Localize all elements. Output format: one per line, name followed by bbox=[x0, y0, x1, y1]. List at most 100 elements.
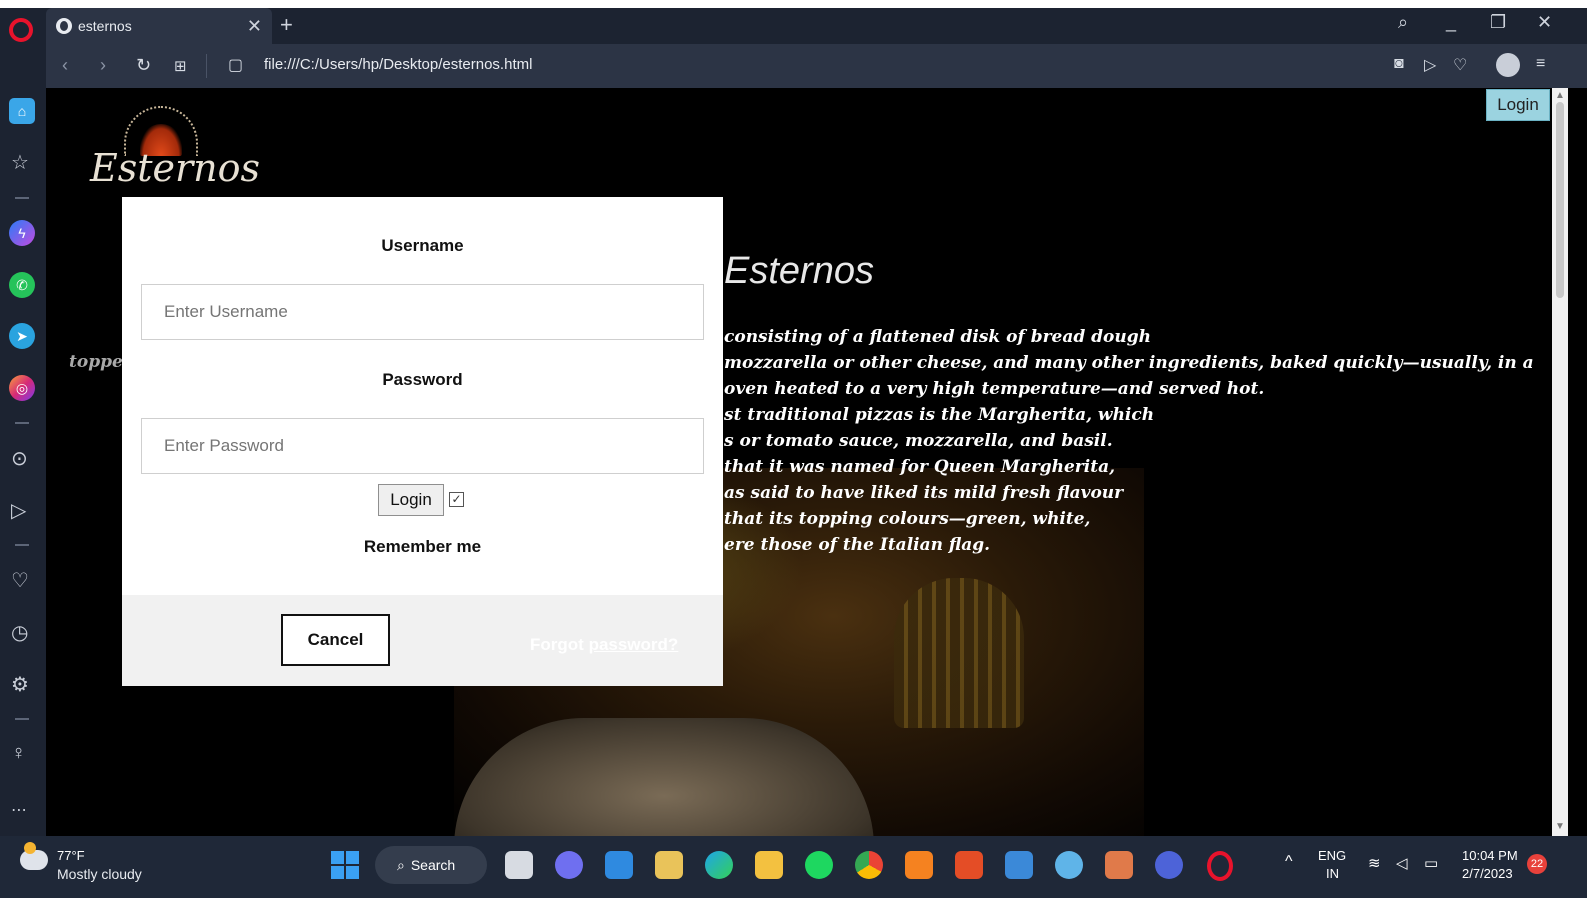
page-title: Esternos bbox=[724, 250, 874, 292]
volume-icon[interactable]: ◁ bbox=[1396, 854, 1408, 872]
weather-condition[interactable]: Mostly cloudy bbox=[57, 866, 142, 882]
browser-app-icon[interactable] bbox=[1155, 851, 1183, 879]
task-view-icon[interactable] bbox=[505, 851, 533, 879]
messenger-icon[interactable]: ϟ bbox=[9, 220, 35, 246]
whatsapp-icon[interactable]: ✆ bbox=[9, 272, 35, 298]
forgot-password-text: Forgot password? bbox=[530, 635, 678, 655]
photo-flour-sack bbox=[454, 718, 874, 836]
wifi-icon[interactable]: ≋ bbox=[1368, 854, 1381, 872]
tab-title: esternos bbox=[78, 18, 132, 34]
sidebar-divider bbox=[15, 197, 29, 199]
description-line: oven heated to a very high temperature—a… bbox=[724, 379, 1265, 399]
open-login-button[interactable]: Login bbox=[1486, 89, 1550, 121]
windows-taskbar: 77°F Mostly cloudy ⌕ Search ^ ENG IN ≋ ◁… bbox=[0, 836, 1587, 898]
notification-badge[interactable]: 22 bbox=[1527, 854, 1547, 874]
forgot-prefix: Forgot bbox=[530, 635, 584, 654]
top-strip bbox=[0, 0, 1587, 8]
tab-grid-icon[interactable]: ⊞ bbox=[174, 57, 187, 75]
heart-icon[interactable]: ♡ bbox=[1453, 55, 1467, 75]
new-tab-button[interactable]: + bbox=[280, 12, 293, 38]
browser-sidebar: ⌂ ☆ ϟ ✆ ➤ ◎ ⊙ ▷ ♡ ◷ ⚙ ♀ ⋯ bbox=[0, 44, 46, 836]
battery-icon[interactable]: ▭ bbox=[1424, 854, 1438, 872]
sidebar-divider bbox=[15, 718, 29, 720]
opera-menu-icon[interactable] bbox=[9, 18, 33, 42]
clock-time[interactable]: 10:04 PM bbox=[1462, 848, 1518, 863]
sidebar-divider bbox=[15, 544, 29, 546]
file-explorer-icon[interactable] bbox=[755, 851, 783, 879]
instagram-icon[interactable]: ◎ bbox=[9, 375, 35, 401]
back-icon[interactable]: ‹ bbox=[62, 55, 68, 76]
weather-cloud-icon[interactable] bbox=[20, 842, 48, 870]
close-tab-icon[interactable]: ✕ bbox=[247, 16, 262, 37]
password-label: Password bbox=[382, 370, 463, 389]
region-indicator[interactable]: IN bbox=[1326, 866, 1339, 881]
restore-button[interactable]: ❐ bbox=[1490, 12, 1506, 33]
remember-me-checkbox[interactable]: ✓ bbox=[449, 492, 464, 507]
telegram-icon[interactable]: ➤ bbox=[9, 323, 35, 349]
language-indicator[interactable]: ENG bbox=[1318, 848, 1346, 863]
modal-footer: Cancel Forgot password? bbox=[122, 595, 723, 686]
edge-browser-icon[interactable] bbox=[705, 851, 733, 879]
cancel-button[interactable]: Cancel bbox=[281, 614, 390, 666]
snipping-tool-icon[interactable] bbox=[655, 851, 683, 879]
taskbar-search-label: Search bbox=[410, 857, 456, 873]
description-line: as said to have liked its mild fresh fla… bbox=[724, 483, 1124, 503]
description-line: st traditional pizzas is the Margherita,… bbox=[724, 405, 1155, 425]
settings-gear-icon[interactable]: ⚙ bbox=[11, 672, 29, 697]
username-input[interactable] bbox=[141, 284, 704, 340]
presentation-app-icon[interactable] bbox=[1105, 851, 1133, 879]
description-line: that it was named for Queen Margherita, bbox=[724, 457, 1116, 477]
scroll-up-icon[interactable]: ▲ bbox=[1555, 90, 1565, 101]
photos-icon[interactable] bbox=[1005, 851, 1033, 879]
forgot-password-link[interactable]: password? bbox=[589, 635, 679, 654]
mail-icon[interactable] bbox=[605, 851, 633, 879]
description-line: s or tomato sauce, mozzarella, and basil… bbox=[724, 431, 1113, 451]
page-info-icon[interactable]: ▢ bbox=[228, 55, 243, 75]
player-icon[interactable]: ⊙ bbox=[11, 446, 28, 471]
forward-icon[interactable]: › bbox=[100, 55, 106, 76]
tips-bulb-icon[interactable]: ♀ bbox=[11, 742, 26, 765]
windows-start-icon[interactable] bbox=[331, 851, 359, 879]
scroll-down-icon[interactable]: ▼ bbox=[1555, 821, 1565, 832]
bookmarks-heart-icon[interactable]: ♡ bbox=[11, 568, 29, 593]
photo-oven bbox=[894, 578, 1024, 728]
more-icon[interactable]: ⋯ bbox=[11, 800, 27, 820]
send-icon[interactable]: ▷ bbox=[1424, 55, 1436, 75]
home-icon[interactable]: ⌂ bbox=[9, 98, 35, 124]
easy-setup-icon[interactable]: ≡ bbox=[1536, 55, 1545, 73]
teams-chat-icon[interactable] bbox=[555, 851, 583, 879]
spotify-icon[interactable] bbox=[805, 851, 833, 879]
profile-avatar[interactable] bbox=[1496, 53, 1520, 77]
browser-tab[interactable]: esternos ✕ bbox=[46, 8, 272, 44]
description-line: mozzarella or other cheese, and many oth… bbox=[724, 353, 1534, 373]
description-line: consisting of a flattened disk of bread … bbox=[724, 327, 1152, 347]
description-line: ere those of the Italian flag. bbox=[724, 535, 991, 555]
password-input[interactable] bbox=[141, 418, 704, 474]
sidebar-divider bbox=[15, 422, 29, 424]
url-field[interactable]: file:///C:/Users/hp/Desktop/esternos.htm… bbox=[264, 56, 532, 73]
weather-temperature[interactable]: 77°F bbox=[57, 848, 85, 863]
my-flow-icon[interactable]: ▷ bbox=[11, 498, 26, 523]
login-modal: Username Password Login ✓ Remember me Ca… bbox=[122, 197, 723, 686]
tray-chevron-icon[interactable]: ^ bbox=[1285, 853, 1293, 871]
toolbar-divider bbox=[206, 54, 207, 78]
reload-icon[interactable]: ↻ bbox=[136, 55, 151, 76]
scroll-thumb[interactable] bbox=[1556, 102, 1564, 298]
paint-icon[interactable] bbox=[1055, 851, 1083, 879]
chrome-icon[interactable] bbox=[855, 851, 883, 879]
esternos-logo: Esternos bbox=[90, 102, 260, 202]
vectorizer-icon[interactable] bbox=[955, 851, 983, 879]
search-icon: ⌕ bbox=[397, 856, 405, 873]
close-window-button[interactable]: ✕ bbox=[1537, 12, 1552, 33]
page-scrollbar[interactable]: ▲ ▼ bbox=[1552, 88, 1568, 836]
opera-taskbar-icon[interactable] bbox=[1207, 851, 1233, 881]
star-icon[interactable]: ☆ bbox=[11, 150, 29, 175]
history-icon[interactable]: ◷ bbox=[11, 620, 28, 645]
sublime-text-icon[interactable] bbox=[905, 851, 933, 879]
search-tabs-icon[interactable]: ⌕ bbox=[1398, 12, 1408, 33]
clock-date[interactable]: 2/7/2023 bbox=[1462, 866, 1513, 881]
login-submit-button[interactable]: Login bbox=[378, 484, 444, 516]
minimize-button[interactable]: _ bbox=[1446, 12, 1456, 33]
taskbar-search-button[interactable]: ⌕ Search bbox=[375, 846, 487, 884]
snapshot-icon[interactable]: ◙ bbox=[1394, 55, 1404, 73]
